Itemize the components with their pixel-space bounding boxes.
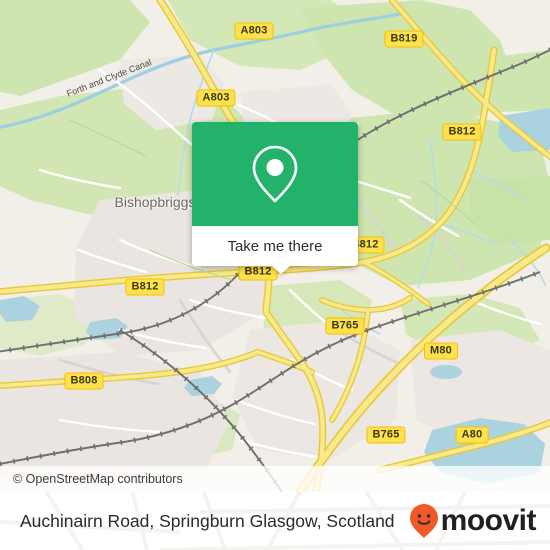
road-shield: B812 <box>125 278 165 296</box>
road-shield: A80 <box>455 426 489 444</box>
road-shield: B819 <box>384 30 424 48</box>
map-canvas[interactable]: A803 B819 A803 B812 B812 B812 B812 B765 … <box>0 0 550 492</box>
moovit-wordmark: moovit <box>440 504 537 537</box>
location-popup-card[interactable]: Take me there <box>192 122 358 274</box>
location-title: Auchinairn Road, Springburn Glasgow, Sco… <box>20 510 395 531</box>
road-shield: A803 <box>234 22 274 40</box>
popup-footer[interactable]: Take me there <box>192 226 358 274</box>
road-shield: B812 <box>442 123 482 141</box>
moovit-pin-smiley-icon <box>409 504 438 538</box>
moovit-map-screenshot: A803 B819 A803 B812 B812 B812 B812 B765 … <box>0 0 550 550</box>
moovit-logo[interactable]: moovit <box>409 503 537 539</box>
popup-pointer-tail <box>272 266 290 274</box>
map-attribution-bar: © OpenStreetMap contributors <box>0 466 550 492</box>
map-pin-icon <box>252 145 298 203</box>
road-shield: A803 <box>196 89 236 107</box>
road-shield: B808 <box>64 372 104 390</box>
road-shield: M80 <box>424 342 458 360</box>
popup-header <box>192 122 358 226</box>
footer-bar: Auchinairn Road, Springburn Glasgow, Sco… <box>0 492 550 550</box>
attribution-text[interactable]: © OpenStreetMap contributors <box>0 472 183 486</box>
take-me-there-label: Take me there <box>227 237 323 255</box>
road-shield: B765 <box>366 426 406 444</box>
road-shield: B765 <box>325 317 365 335</box>
place-label-bishopbriggs: Bishopbriggs <box>114 194 196 210</box>
